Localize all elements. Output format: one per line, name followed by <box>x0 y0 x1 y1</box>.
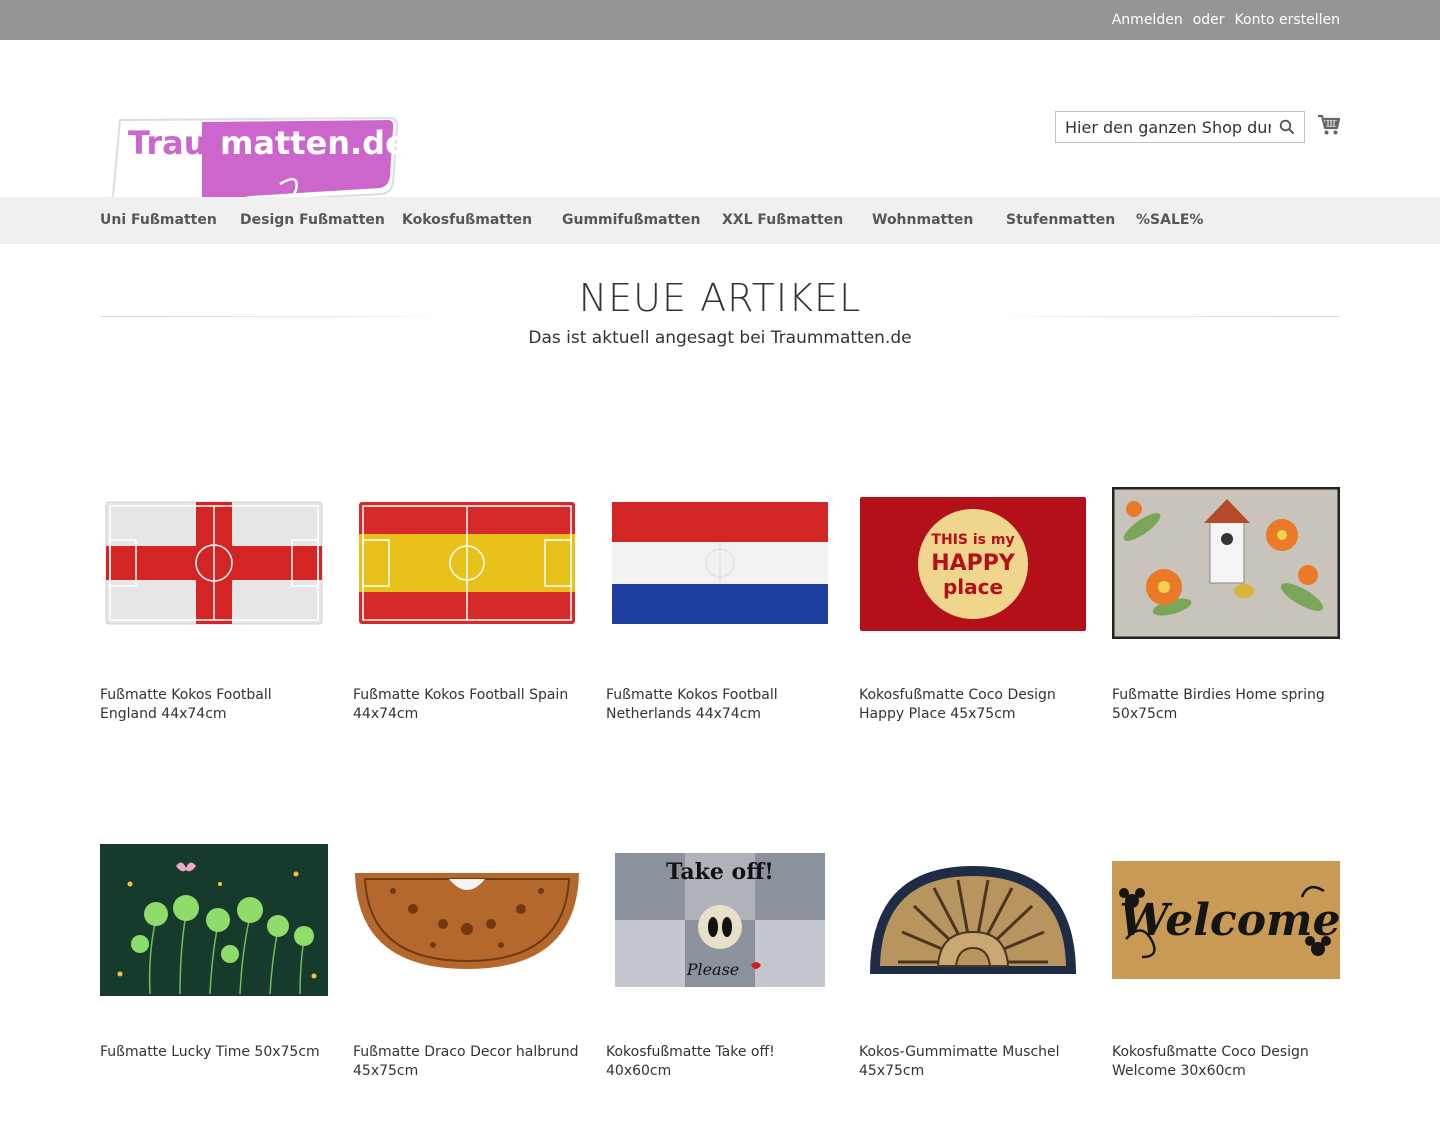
product-image[interactable] <box>859 806 1087 1034</box>
product-name[interactable]: Kokosfußmatte Coco Design Welcome 30x60c… <box>1112 1043 1340 1081</box>
logo-text-rest: matten.de <box>220 124 400 162</box>
product-name[interactable]: Fußmatte Kokos Football Spain 44x74cm <box>353 686 581 724</box>
section-subtitle: Das ist aktuell angesagt bei Traummatten… <box>528 328 912 348</box>
product-image[interactable] <box>606 449 834 677</box>
shopping-cart-icon[interactable] <box>1317 113 1341 137</box>
nav-item-xxl-fussmatten[interactable]: XXL Fußmatten <box>722 197 843 244</box>
product-name[interactable]: Fußmatte Lucky Time 50x75cm <box>100 1043 328 1062</box>
nav-item-gummifussmatten[interactable]: Gummifußmatten <box>562 197 700 244</box>
create-account-link[interactable]: Konto erstellen <box>1235 12 1340 28</box>
product-image[interactable] <box>100 806 328 1034</box>
product-image[interactable] <box>353 806 581 1034</box>
spain-mat-image <box>359 502 575 624</box>
svg-text:HAPPY: HAPPY <box>931 551 1016 576</box>
product-name[interactable]: Kokosfußmatte Take off! 40x60cm <box>606 1043 834 1081</box>
nav-item-wohnmatten[interactable]: Wohnmatten <box>872 197 973 244</box>
product-image[interactable]: Take off! Please <box>606 806 834 1034</box>
product-card: Fußmatte Draco Decor halbrund 45x75cm <box>353 806 581 1081</box>
product-name[interactable]: Kokosfußmatte Coco Design Happy Place 45… <box>859 686 1087 724</box>
product-card: Fußmatte Kokos Football Netherlands 44x7… <box>606 449 834 724</box>
product-image[interactable]: THIS is my HAPPY place <box>859 449 1087 677</box>
search-input[interactable] <box>1056 112 1271 142</box>
svg-text:THIS is my: THIS is my <box>931 532 1014 548</box>
product-card: Take off! Please Kokosfußmatte Take off!… <box>606 806 834 1081</box>
logo[interactable]: Traum matten.de <box>110 110 407 210</box>
or-text: oder <box>1192 12 1225 28</box>
product-name[interactable]: Kokos-Gummimatte Muschel 45x75cm <box>859 1043 1087 1081</box>
product-card: Fußmatte Lucky Time 50x75cm <box>100 806 328 1062</box>
product-card: Welcome Kokosfußmatte Coco Design Welcom… <box>1112 806 1340 1081</box>
product-card: Fußmatte Birdies Home spring 50x75cm <box>1112 449 1340 724</box>
birdies-mat-image <box>1112 487 1340 639</box>
login-link[interactable]: Anmelden <box>1112 12 1183 28</box>
product-card: THIS is my HAPPY place Kokosfußmatte Coc… <box>859 449 1087 724</box>
product-image[interactable] <box>1112 449 1340 677</box>
product-name[interactable]: Fußmatte Birdies Home spring 50x75cm <box>1112 686 1340 724</box>
section-header: NEUE ARTIKEL Das ist aktuell angesagt be… <box>0 244 1440 384</box>
account-links: Anmelden oder Konto erstellen <box>1112 0 1340 40</box>
take-off-mat-image: Take off! Please <box>615 853 825 987</box>
product-image[interactable] <box>353 449 581 677</box>
draco-mat-image <box>355 873 579 969</box>
svg-text:Take off!: Take off! <box>666 859 774 885</box>
happy-place-mat-image: THIS is my HAPPY place <box>860 497 1086 631</box>
product-card: Kokos-Gummimatte Muschel 45x75cm <box>859 806 1087 1081</box>
main-navigation: Uni Fußmatten Design Fußmatten Kokosfußm… <box>0 197 1440 244</box>
lucky-time-mat-image <box>100 844 328 996</box>
svg-text:place: place <box>943 575 1003 599</box>
netherlands-mat-image <box>612 502 828 624</box>
product-card: Fußmatte Kokos Football Spain 44x74cm <box>353 449 581 724</box>
product-name[interactable]: Fußmatte Kokos Football England 44x74cm <box>100 686 328 724</box>
nav-item-design-fussmatten[interactable]: Design Fußmatten <box>240 197 385 244</box>
product-image[interactable]: Welcome <box>1112 806 1340 1034</box>
nav-item-uni-fussmatten[interactable]: Uni Fußmatten <box>100 197 217 244</box>
product-card: Fußmatte Kokos Football England 44x74cm <box>100 449 328 724</box>
search-box <box>1055 111 1305 143</box>
header: Traum matten.de <box>0 40 1440 208</box>
section-title: NEUE ARTIKEL <box>578 276 862 320</box>
england-mat-image <box>105 501 323 625</box>
search-icon[interactable] <box>1279 119 1295 135</box>
shell-mat-image <box>870 866 1076 974</box>
top-bar: Anmelden oder Konto erstellen <box>0 0 1440 40</box>
nav-item-kokosfussmatten[interactable]: Kokosfußmatten <box>402 197 532 244</box>
product-name[interactable]: Fußmatte Kokos Football Netherlands 44x7… <box>606 686 834 724</box>
product-image[interactable] <box>100 449 328 677</box>
product-name[interactable]: Fußmatte Draco Decor halbrund 45x75cm <box>353 1043 581 1081</box>
nav-item-sale[interactable]: %SALE% <box>1136 197 1203 244</box>
nav-item-stufenmatten[interactable]: Stufenmatten <box>1006 197 1115 244</box>
welcome-mat-image: Welcome <box>1112 861 1340 979</box>
svg-text:Please: Please <box>686 960 740 979</box>
